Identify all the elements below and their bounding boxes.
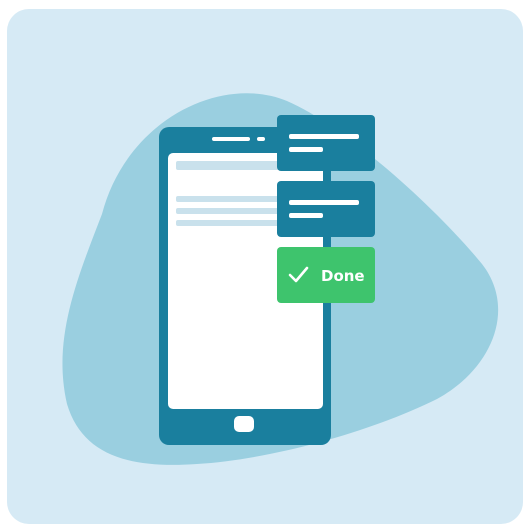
message-card-icon: [277, 115, 375, 171]
done-label: Done: [321, 267, 365, 285]
phone-camera: [257, 137, 265, 141]
screen-text-line-2: [176, 208, 284, 214]
message-card-2: [277, 181, 375, 237]
message-line-1b: [289, 147, 323, 152]
phone-speaker: [212, 137, 250, 141]
screen-text-line-3: [176, 220, 284, 226]
message-line-2b: [289, 213, 323, 218]
screen-text-line-1: [176, 196, 284, 202]
message-card-icon: [277, 181, 375, 237]
home-button-icon: [234, 416, 254, 432]
illustration-card: Done: [7, 9, 523, 524]
illustration-scene: [62, 93, 499, 465]
message-line-1a: [289, 134, 359, 139]
message-card-1: [277, 115, 375, 171]
message-line-2a: [289, 200, 359, 205]
